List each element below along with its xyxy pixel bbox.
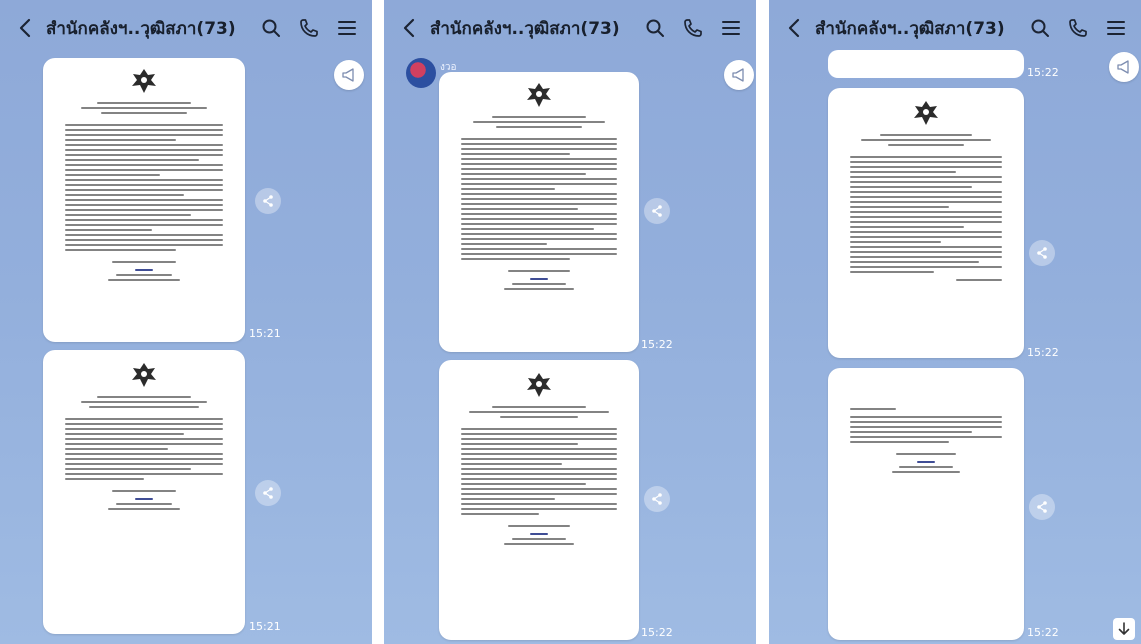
menu-icon[interactable]: [720, 17, 742, 39]
share-icon: [263, 195, 273, 207]
message-time: 15:22: [1027, 346, 1059, 359]
chat-title: สำนักคลังฯ..วุฒิสภา(73): [815, 18, 1005, 39]
megaphone-icon: [342, 68, 354, 82]
phone-icon[interactable]: [682, 17, 704, 39]
garuda-emblem-icon: [524, 80, 554, 110]
megaphone-icon: [732, 68, 744, 82]
share-icon: [1037, 501, 1047, 513]
share-button[interactable]: [1029, 240, 1055, 266]
phone-icon[interactable]: [1067, 17, 1089, 39]
document-image-message[interactable]: [828, 368, 1024, 640]
image-message-partial[interactable]: [828, 50, 1024, 78]
document-image-message[interactable]: [828, 88, 1024, 358]
share-button[interactable]: [644, 198, 670, 224]
message-time: 15:21: [249, 620, 281, 633]
share-button[interactable]: [1029, 494, 1055, 520]
share-icon: [263, 487, 273, 499]
share-icon: [1037, 247, 1047, 259]
search-icon[interactable]: [260, 17, 282, 39]
document-text: [461, 406, 617, 548]
announcement-button[interactable]: [724, 60, 754, 90]
menu-icon[interactable]: [336, 17, 358, 39]
garuda-emblem-icon: [129, 360, 159, 390]
chat-screen-3: สำนักคลังฯ..วุฒิสภา(73) 15:22 15:22 15:2…: [769, 0, 1141, 644]
megaphone-icon: [1117, 60, 1129, 74]
share-icon: [652, 205, 662, 217]
garuda-emblem-icon: [911, 98, 941, 128]
document-image-message[interactable]: [439, 72, 639, 352]
chat-header: สำนักคลังฯ..วุฒิสภา(73): [384, 0, 756, 56]
share-icon: [652, 493, 662, 505]
share-button[interactable]: [255, 188, 281, 214]
back-chevron-icon[interactable]: [783, 17, 805, 39]
chat-header: สำนักคลังฯ..วุฒิสภา(73): [769, 0, 1141, 56]
chat-title: สำนักคลังฯ..วุฒิสภา(73): [430, 18, 620, 39]
chat-header: สำนักคลังฯ..วุฒิสภา(73): [0, 0, 372, 56]
scroll-to-bottom-button[interactable]: [1113, 618, 1135, 640]
document-image-message[interactable]: [43, 350, 245, 634]
chat-screen-2: สำนักคลังฯ..วุฒิสภา(73) งวอ 15:22 15:22: [384, 0, 756, 644]
document-image-message[interactable]: [43, 58, 245, 342]
share-button[interactable]: [644, 486, 670, 512]
share-button[interactable]: [255, 480, 281, 506]
chat-screen-1: สำนักคลังฯ..วุฒิสภา(73) 15:21 15:21: [0, 0, 372, 644]
back-chevron-icon[interactable]: [398, 17, 420, 39]
message-time: 15:22: [641, 626, 673, 639]
search-icon[interactable]: [1029, 17, 1051, 39]
sender-avatar[interactable]: [406, 58, 436, 88]
announcement-button[interactable]: [334, 60, 364, 90]
phone-icon[interactable]: [298, 17, 320, 39]
document-text: [850, 408, 1002, 476]
announcement-button[interactable]: [1109, 52, 1139, 82]
garuda-emblem-icon: [129, 66, 159, 96]
garuda-emblem-icon: [524, 370, 554, 400]
menu-icon[interactable]: [1105, 17, 1127, 39]
document-text: [65, 396, 223, 513]
document-text: [65, 102, 223, 284]
document-text: [461, 116, 617, 293]
document-image-message[interactable]: [439, 360, 639, 640]
back-chevron-icon[interactable]: [14, 17, 36, 39]
chat-title: สำนักคลังฯ..วุฒิสภา(73): [46, 18, 236, 39]
arrow-down-icon: [1118, 622, 1130, 635]
document-text: [850, 134, 1002, 284]
message-time: 15:22: [1027, 626, 1059, 639]
search-icon[interactable]: [644, 17, 666, 39]
message-time: 15:22: [641, 338, 673, 351]
message-time: 15:22: [1027, 66, 1059, 79]
message-time: 15:21: [249, 327, 281, 340]
